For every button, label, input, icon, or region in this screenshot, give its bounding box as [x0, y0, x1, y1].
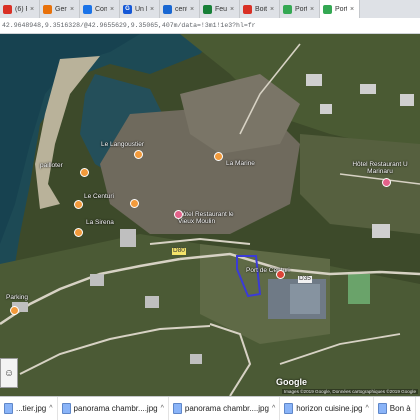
map-pin-icon[interactable]: [134, 150, 143, 159]
download-filename: ...tier.jpg: [16, 404, 47, 413]
tab-8[interactable]: Port ×: [320, 0, 360, 18]
map-pin-icon[interactable]: [74, 200, 83, 209]
downloads-bar: ...tier.jpg ^ panorama chambr....jpg ^ pan…: [0, 396, 420, 420]
tab-2[interactable]: Compte×: [80, 0, 120, 18]
map-label-port[interactable]: Port de Centuri: [246, 267, 292, 275]
tab-title: Compte: [95, 5, 107, 13]
tab-3[interactable]: GUn Excel×: [120, 0, 160, 18]
download-item[interactable]: Bon à: [374, 397, 416, 420]
tab-favicon-icon: [243, 4, 252, 14]
tab-favicon-icon: [3, 4, 12, 14]
tab-4[interactable]: centuri×: [160, 0, 200, 18]
tab-title: Gerer mes: [55, 5, 67, 13]
tab-6[interactable]: Boite×: [240, 0, 280, 18]
image-file-icon: [284, 403, 294, 414]
tab-title: (6) Port: [15, 5, 27, 13]
image-file-icon: [61, 403, 71, 414]
chevron-up-icon[interactable]: ^: [272, 405, 275, 412]
map-label-la-sirena[interactable]: La Sirena: [86, 219, 114, 227]
close-icon[interactable]: ×: [190, 6, 196, 13]
image-file-icon: [4, 403, 13, 414]
map-pin-icon[interactable]: [74, 228, 83, 237]
download-item[interactable]: horizon cuisine.jpg ^: [280, 397, 374, 420]
download-filename: panorama chambr....jpg: [184, 404, 269, 413]
tab-favicon-icon: [203, 4, 212, 14]
close-icon[interactable]: ×: [150, 6, 156, 13]
pdf-file-icon: [377, 403, 387, 414]
close-icon[interactable]: ×: [230, 6, 236, 13]
map-label-pailloter[interactable]: pailloter: [40, 162, 63, 170]
chevron-up-icon[interactable]: ^: [161, 405, 164, 412]
tab-0[interactable]: (6) Port×: [0, 0, 40, 18]
download-filename: horizon cuisine.jpg: [296, 404, 363, 413]
image-file-icon: [172, 403, 182, 414]
hotel-pin-icon[interactable]: [382, 178, 391, 187]
map-pin-icon[interactable]: [214, 152, 223, 161]
tab-title: Portai: [295, 5, 307, 13]
map-label-le-langoustier[interactable]: Le Langoustier: [101, 141, 144, 149]
tab-1[interactable]: Gerer mes×: [40, 0, 80, 18]
tab-favicon-icon: [323, 4, 332, 14]
map-label-parking[interactable]: Parking: [6, 294, 28, 302]
close-icon[interactable]: ×: [30, 6, 36, 13]
download-item[interactable]: panorama chambr....jpg ^: [58, 397, 169, 420]
pegman-icon[interactable]: ☺: [0, 358, 18, 388]
address-bar[interactable]: 42.9648948,9.3516328/@42.9655629,9.35065…: [0, 18, 420, 34]
download-item[interactable]: ...tier.jpg ^: [0, 397, 58, 420]
download-filename: Bon à: [389, 404, 411, 413]
close-icon[interactable]: ×: [70, 6, 76, 13]
close-icon[interactable]: ×: [350, 6, 356, 13]
google-logo: Google: [276, 377, 307, 387]
tab-favicon-icon: [83, 4, 92, 14]
close-icon[interactable]: ×: [270, 6, 276, 13]
tab-title: Port: [335, 5, 347, 13]
tab-favicon-icon: [163, 4, 172, 14]
map-label-le-centuri[interactable]: Le Centuri: [84, 193, 114, 201]
tab-strip: (6) Port× Gerer mes× Compte× GUn Excel× …: [0, 0, 420, 18]
chevron-up-icon[interactable]: ^: [366, 405, 369, 412]
map-label-hotel-vieux-moulin[interactable]: Hôtel Restaurant le Vieux Moulin: [178, 211, 250, 226]
road-label-d35: D35: [298, 275, 312, 283]
satellite-map[interactable]: Le Langoustier pailloter La Marine Le Ce…: [0, 34, 420, 396]
tab-favicon-icon: [43, 4, 52, 14]
tab-favicon-icon: G: [123, 4, 132, 14]
chevron-up-icon[interactable]: ^: [49, 405, 52, 412]
download-item[interactable]: panorama chambr....jpg ^: [169, 397, 281, 420]
close-icon[interactable]: ×: [110, 6, 116, 13]
map-label-hotel-mariana[interactable]: Hôtel Restaurant U Marinaru: [348, 161, 412, 176]
map-label-la-marine[interactable]: La Marine: [226, 160, 255, 168]
road-label-d80: D80: [172, 247, 186, 255]
map-pin-icon[interactable]: [80, 168, 89, 177]
map-copyright[interactable]: Images ©2019 Google, Données cartographi…: [281, 389, 418, 394]
close-icon[interactable]: ×: [310, 6, 316, 13]
tab-7[interactable]: Portai×: [280, 0, 320, 18]
tab-title: centuri: [175, 5, 187, 13]
url-text[interactable]: 42.9648948,9.3516328/@42.9655629,9.35065…: [2, 22, 256, 29]
map-pin-icon[interactable]: [130, 199, 139, 208]
location-marker-icon[interactable]: [276, 270, 285, 279]
hotel-pin-icon[interactable]: [174, 210, 183, 219]
tab-5[interactable]: Feuille×: [200, 0, 240, 18]
tab-title: Feuille: [215, 5, 227, 13]
tab-title: Boite: [255, 5, 267, 13]
download-filename: panorama chambr....jpg: [73, 404, 158, 413]
tab-favicon-icon: [283, 4, 292, 14]
tab-title: Un Excel: [135, 5, 147, 13]
parking-pin-icon[interactable]: [10, 306, 19, 315]
